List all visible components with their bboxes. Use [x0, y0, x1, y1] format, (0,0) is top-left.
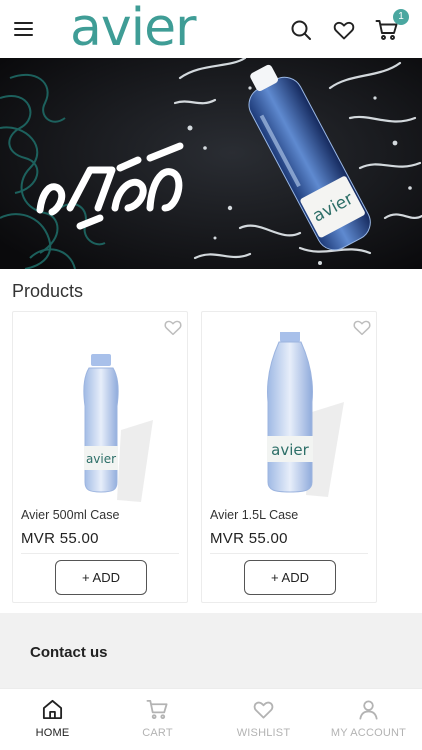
- nav-item-home[interactable]: HOME: [0, 689, 105, 750]
- cart-count-badge: 1: [393, 9, 409, 25]
- nav-label-home: HOME: [35, 727, 70, 739]
- product-bottle-label: avier: [86, 452, 116, 466]
- add-to-cart-button[interactable]: + ADD: [244, 560, 336, 595]
- card-divider: [21, 553, 179, 554]
- user-icon: [359, 700, 378, 720]
- product-image[interactable]: avier: [202, 330, 378, 507]
- product-name[interactable]: Avier 1.5L Case: [210, 508, 298, 522]
- product-name[interactable]: Avier 500ml Case: [21, 508, 119, 522]
- product-bottle-label: avier: [271, 441, 309, 459]
- search-icon[interactable]: [289, 18, 313, 42]
- heart-icon[interactable]: [332, 18, 356, 42]
- contact-section: Contact us: [0, 613, 422, 688]
- heart-icon: [253, 701, 274, 719]
- home-icon: [42, 699, 63, 720]
- product-price: MVR 55.00: [210, 530, 288, 547]
- nav-item-cart[interactable]: CART: [105, 689, 210, 750]
- promo-banner[interactable]: avier: [0, 58, 422, 269]
- add-to-cart-button[interactable]: + ADD: [55, 560, 147, 595]
- product-card[interactable]: avier Avier 500ml Case MVR 55.00 + ADD: [12, 311, 188, 603]
- product-image[interactable]: avier: [13, 332, 189, 507]
- nav-label-cart: CART: [142, 727, 173, 739]
- product-card[interactable]: avier Avier 1.5L Case MVR 55.00 + ADD: [201, 311, 377, 603]
- nav-item-wishlist[interactable]: WISHLIST: [211, 689, 316, 750]
- cart-icon[interactable]: 1: [375, 9, 409, 42]
- contact-title[interactable]: Contact us: [30, 644, 108, 661]
- nav-item-account[interactable]: MY ACCOUNT: [316, 689, 421, 750]
- hamburger-menu-icon[interactable]: [14, 20, 36, 38]
- brand-logo[interactable]: avier: [70, 2, 196, 54]
- nav-label-wishlist: WISHLIST: [236, 727, 291, 739]
- app-header: avier 1: [0, 0, 422, 58]
- app-screen: avier 1 avier Products avier Avier 500ml…: [0, 0, 422, 750]
- bottom-navigation: HOME CART WISHLIST MY ACCOUNT: [0, 688, 422, 750]
- card-divider: [210, 553, 368, 554]
- cart-icon: [146, 699, 168, 720]
- products-section-title: Products: [12, 281, 84, 301]
- nav-label-account: MY ACCOUNT: [330, 727, 407, 739]
- product-price: MVR 55.00: [21, 530, 99, 547]
